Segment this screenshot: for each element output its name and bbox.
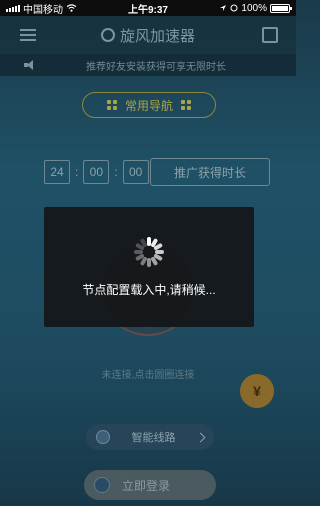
loading-dialog: 节点配置载入中,请稍候... [44, 207, 254, 327]
logo-icon [100, 28, 115, 42]
app-title: 旋风加速器 [100, 25, 195, 46]
status-time: 上午9:37 [127, 4, 168, 16]
menu-icon[interactable] [20, 29, 36, 41]
common-nav-label: 常用导航 [124, 98, 173, 113]
timer-seconds: 00 [122, 160, 149, 184]
status-left: 中国移动 [6, 1, 106, 16]
speaker-icon [24, 60, 36, 70]
alarm-icon [230, 4, 238, 12]
notice-bar: 推荐好友安装获得可享无限时长 [0, 54, 296, 76]
status-bar: 中国移动 上午9:37 100% [0, 0, 296, 16]
battery-percent: 100% [241, 2, 267, 14]
notice-text: 推荐好友安装获得可享无限时长 [86, 61, 226, 73]
share-icon[interactable] [262, 27, 278, 43]
signal-icon [6, 4, 20, 12]
wifi-icon [66, 4, 77, 12]
status-right: 100% [190, 2, 292, 14]
battery-icon [270, 3, 292, 13]
yuan-button[interactable]: ¥ [240, 374, 274, 408]
location-icon [220, 5, 227, 11]
chevron-right-icon [195, 432, 206, 442]
spinner-icon [134, 236, 164, 267]
app-header: 旋风加速器 [0, 16, 296, 54]
timer-hours: 24 [44, 160, 70, 184]
grid-icon [106, 100, 117, 110]
loading-text: 节点配置载入中,请稍候... [82, 282, 216, 297]
grid-icon [181, 100, 191, 110]
timer-separator: : [75, 165, 79, 179]
login-label: 立即登录 [122, 478, 171, 493]
route-icon [96, 430, 110, 444]
route-label: 智能线路 [131, 432, 176, 444]
timer-minutes: 00 [83, 160, 110, 184]
login-button[interactable]: 立即登录 [84, 470, 216, 500]
carrier-label: 中国移动 [23, 4, 63, 16]
smart-route-button[interactable]: 智能线路 [86, 424, 214, 450]
common-nav-button[interactable]: 常用导航 [82, 92, 216, 118]
timer: 24 : 00 : 00 [44, 160, 149, 184]
timer-separator: : [114, 165, 118, 179]
promo-time-button[interactable]: 推广获得时长 [150, 158, 270, 186]
app-title-text: 旋风加速器 [119, 27, 195, 45]
login-icon [94, 477, 110, 493]
